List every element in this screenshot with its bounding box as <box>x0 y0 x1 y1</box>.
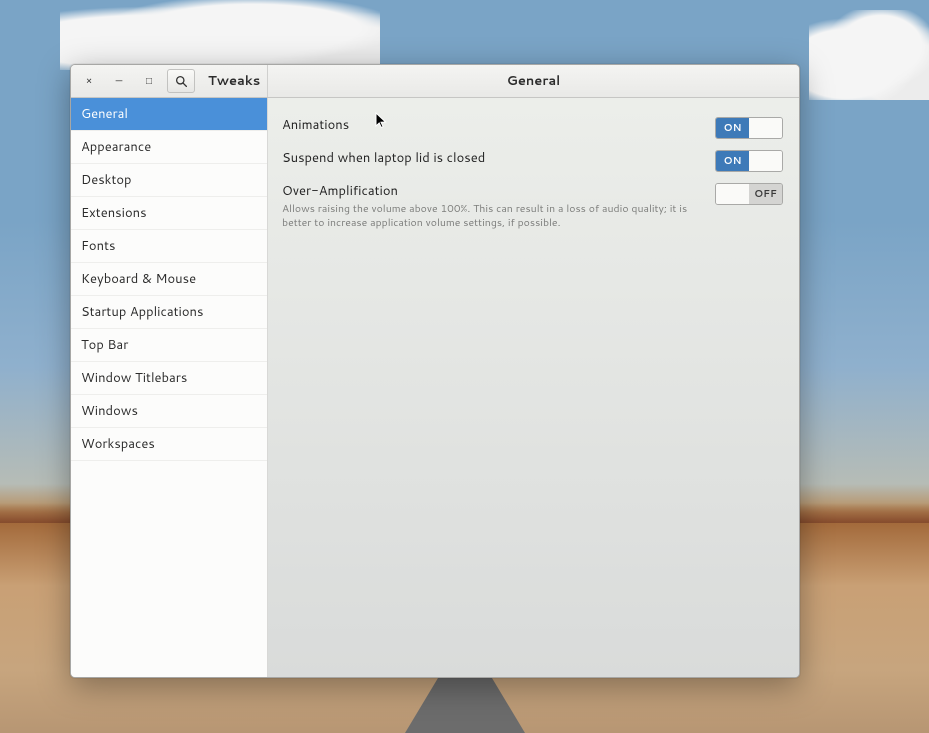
setting-row: Animations ONOFF <box>282 112 783 145</box>
minimize-button[interactable]: — <box>107 69 131 93</box>
sidebar-item-keyboard-mouse[interactable]: Keyboard & Mouse <box>71 263 267 296</box>
sidebar-item-top-bar[interactable]: Top Bar <box>71 329 267 362</box>
setting-text: Suspend when laptop lid is closed <box>282 149 715 167</box>
setting-text: Over-Amplification Allows raising the vol… <box>282 182 715 230</box>
setting-description: Allows raising the volume above 100%. Th… <box>282 202 701 230</box>
switch-on-label: ON <box>716 118 749 138</box>
content-pane: AnimationsONOFFSuspend when laptop lid i… <box>268 98 799 677</box>
desktop-cloud <box>60 0 380 70</box>
setting-label: Suspend when laptop lid is closed <box>282 149 701 167</box>
tweaks-window: × — □ Tweaks General GeneralAppearanceDe… <box>70 64 800 678</box>
sidebar-item-fonts[interactable]: Fonts <box>71 230 267 263</box>
setting-label: Over-Amplification <box>282 182 701 200</box>
setting-row: Suspend when laptop lid is closed ONOFF <box>282 145 783 178</box>
switch-on-label: ON <box>716 151 749 171</box>
toggle-switch[interactable]: ONOFF <box>715 117 783 139</box>
minimize-icon: — <box>116 76 123 86</box>
search-button[interactable] <box>167 69 195 93</box>
switch-on-label: ON <box>716 184 749 204</box>
titlebar-right: General <box>268 65 799 97</box>
sidebar-item-extensions[interactable]: Extensions <box>71 197 267 230</box>
titlebar-left: × — □ Tweaks <box>71 65 268 97</box>
desktop-cloud <box>809 10 929 100</box>
maximize-button[interactable]: □ <box>137 69 161 93</box>
switch-off-label: OFF <box>749 118 782 138</box>
sidebar-item-workspaces[interactable]: Workspaces <box>71 428 267 461</box>
app-title: Tweaks <box>208 72 260 90</box>
close-icon: × <box>86 76 92 86</box>
search-icon <box>175 75 188 88</box>
sidebar-item-desktop[interactable]: Desktop <box>71 164 267 197</box>
switch-off-label: OFF <box>749 184 782 204</box>
titlebar: × — □ Tweaks General <box>71 65 799 98</box>
sidebar-item-general[interactable]: General <box>71 98 267 131</box>
switch-off-label: OFF <box>749 151 782 171</box>
sidebar-item-windows[interactable]: Windows <box>71 395 267 428</box>
toggle-switch[interactable]: ONOFF <box>715 183 783 205</box>
sidebar-item-appearance[interactable]: Appearance <box>71 131 267 164</box>
maximize-icon: □ <box>146 76 152 86</box>
page-title: General <box>507 72 561 90</box>
window-body: GeneralAppearanceDesktopExtensionsFontsK… <box>71 98 799 677</box>
close-button[interactable]: × <box>77 69 101 93</box>
sidebar: GeneralAppearanceDesktopExtensionsFontsK… <box>71 98 268 677</box>
setting-text: Animations <box>282 116 715 134</box>
toggle-switch[interactable]: ONOFF <box>715 150 783 172</box>
sidebar-item-startup-applications[interactable]: Startup Applications <box>71 296 267 329</box>
setting-label: Animations <box>282 116 701 134</box>
sidebar-item-window-titlebars[interactable]: Window Titlebars <box>71 362 267 395</box>
setting-row: Over-Amplification Allows raising the vol… <box>282 178 783 236</box>
